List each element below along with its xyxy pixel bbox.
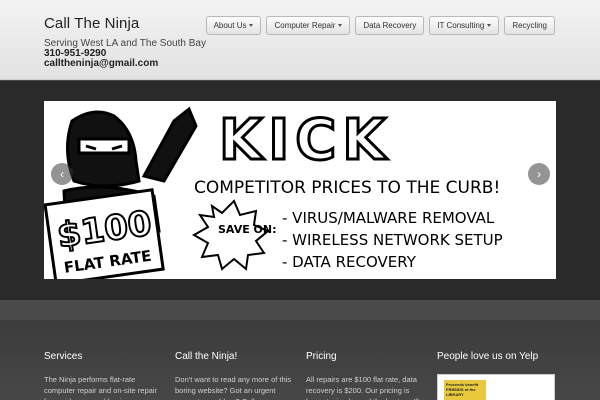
nav-data-recovery[interactable]: Data Recovery [355, 16, 425, 35]
email-address: calltheninja@gmail.com [44, 58, 159, 69]
site-header: Call The Ninja Serving West LA and The S… [0, 0, 600, 80]
caret-down-icon [487, 24, 492, 27]
widget-services: Services The Ninja performs flat-rate co… [44, 351, 162, 400]
prev-slide-arrow-icon[interactable]: ‹ [51, 163, 73, 185]
widget-text: All repairs are $100 flat rate, data rec… [306, 375, 419, 400]
service-item: - WIRELESS NETWORK SETUP [282, 231, 503, 249]
widget-title: Call the Ninja! [175, 351, 238, 362]
nav-label: Computer Repair [274, 21, 336, 30]
service-item: - DATA RECOVERY [282, 253, 417, 271]
site-title[interactable]: Call The Ninja [44, 15, 139, 32]
widget-yelp: People love us on Yelp [437, 351, 555, 374]
nav-label: Recycling [512, 21, 547, 30]
service-item: - VIRUS/MALWARE REMOVAL [282, 209, 495, 227]
nav-it-consulting[interactable]: IT Consulting [429, 16, 500, 35]
slider-band: $100 FLAT RATE KICK COMPETITOR PRICES TO… [0, 81, 600, 300]
nav-about-us[interactable]: About Us [205, 16, 262, 35]
slider-image[interactable]: $100 FLAT RATE KICK COMPETITOR PRICES TO… [44, 101, 556, 279]
widget-text: Don't want to read any more of this bori… [175, 375, 292, 400]
widget-title: Pricing [306, 351, 337, 362]
library-badge-image: Proceeds benefit FRIENDS of the LIBRARY [444, 380, 486, 400]
headline-text: KICK [219, 108, 392, 173]
main-nav: About Us Computer Repair Data Recovery I… [205, 16, 555, 35]
widget-text: The Ninja performs flat-rate computer re… [44, 375, 157, 400]
badge-text: Proceeds benefit FRIENDS of the LIBRARY [446, 382, 479, 397]
caret-down-icon [338, 24, 343, 27]
nav-label: About Us [213, 21, 247, 30]
save-on-text: SAVE ON: [218, 223, 277, 236]
subline-text: COMPETITOR PRICES TO THE CURB! [194, 178, 500, 198]
price-sign: $100 FLAT RATE [44, 188, 165, 279]
nav-label: IT Consulting [437, 21, 485, 30]
nav-recycling[interactable]: Recycling [504, 16, 555, 35]
widget-call: Call the Ninja! Don't want to read any m… [175, 351, 293, 400]
promo-drawing: $100 FLAT RATE KICK COMPETITOR PRICES TO… [44, 107, 503, 279]
caret-down-icon [249, 24, 254, 27]
widget-title: Services [44, 351, 83, 362]
widget-pricing: Pricing All repairs are $100 flat rate, … [306, 351, 424, 400]
next-slide-arrow-icon[interactable]: › [528, 163, 550, 185]
nav-label: Data Recovery [363, 21, 417, 30]
widget-title: People love us on Yelp [437, 351, 539, 362]
nav-computer-repair[interactable]: Computer Repair [266, 16, 351, 35]
yelp-badge[interactable]: Proceeds benefit FRIENDS of the LIBRARY [437, 374, 555, 400]
